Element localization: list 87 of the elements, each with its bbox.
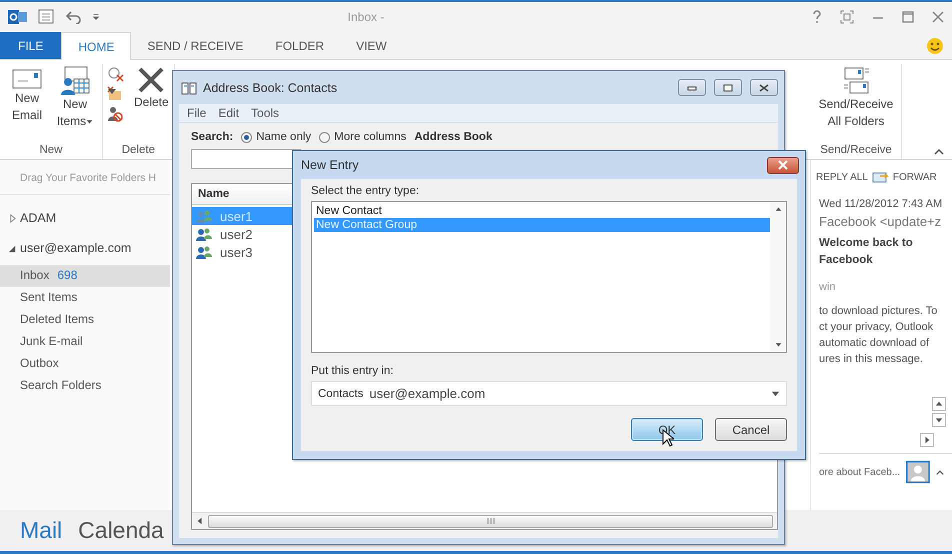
scroll-down-icon[interactable] [774, 341, 782, 348]
outlook-icon[interactable] [8, 8, 28, 26]
search-field[interactable] [191, 149, 301, 169]
folder-label: Put this entry in: [311, 365, 394, 377]
scroll-right-button[interactable] [920, 433, 934, 447]
folder-dropdown[interactable]: Contacts user@example.com [311, 381, 787, 406]
minimize-button[interactable] [678, 79, 706, 96]
envelopes-icon [841, 66, 871, 96]
entry-type-label: Select the entry type: [311, 185, 420, 197]
ribbon-button[interactable]: New Items [52, 64, 98, 132]
menu-item[interactable]: Tools [251, 106, 280, 120]
x-icon [137, 66, 166, 94]
help-icon[interactable] [812, 10, 822, 24]
close-button[interactable] [750, 79, 778, 96]
full-screen-icon[interactable] [840, 10, 854, 24]
menu-item[interactable]: File [187, 106, 206, 120]
contact-row[interactable]: user2 [192, 225, 292, 243]
ribbon-tab[interactable]: HOME [61, 32, 132, 60]
scroll-down-button[interactable] [932, 413, 946, 427]
ribbon-button[interactable]: New Email [4, 64, 50, 126]
dialog-title: Address Book: Contacts [203, 80, 338, 94]
expand-icon[interactable] [936, 468, 944, 476]
contact-row[interactable]: user3 [192, 243, 292, 261]
message-recipient: win [819, 281, 837, 293]
right-arrow-icon [923, 436, 931, 444]
restore-button[interactable] [714, 79, 742, 96]
menu-item[interactable]: Edit [218, 106, 240, 120]
scroll-up-button[interactable] [932, 397, 946, 411]
window-title: Inbox - [346, 10, 386, 24]
folder-item[interactable]: Junk E-mail [0, 331, 170, 353]
close-icon [777, 160, 789, 170]
ribbon-tab[interactable]: SEND / RECEIVE [131, 32, 260, 59]
dropdown-icon[interactable] [92, 12, 100, 22]
people-icon [196, 210, 212, 222]
up-arrow-icon [935, 400, 943, 408]
favorites-hint: Drag Your Favorite Folders H [0, 172, 170, 195]
folder-item[interactable]: Deleted Items [0, 309, 170, 331]
smiley-icon[interactable] [926, 36, 944, 54]
message-sender: Facebook <update+z [819, 214, 942, 229]
folder-item[interactable]: Sent Items [0, 287, 170, 309]
folder-item[interactable]: Search Folders [0, 375, 170, 397]
radio-option[interactable]: Name only [241, 131, 312, 143]
restore-icon [723, 84, 733, 92]
down-arrow-icon [935, 416, 943, 424]
undo-icon[interactable] [66, 10, 82, 24]
folder-item[interactable]: Inbox 698 [0, 265, 170, 287]
people-icon [196, 228, 212, 240]
people-icon [196, 246, 212, 258]
message-date: Wed 11/28/2012 7:43 AM [819, 198, 944, 210]
cancel-button[interactable]: Cancel [715, 418, 787, 441]
picture-notice: to download pictures. To ct your privacy, Outlook automatic download of ures in this message. [819, 304, 938, 367]
search-label: Search: [191, 131, 234, 143]
dialog-title: New Entry [301, 158, 360, 172]
scroll-left-icon[interactable] [196, 517, 204, 525]
close-icon[interactable] [932, 11, 944, 23]
nav-item[interactable]: Mail [20, 517, 62, 544]
scroll-up-icon[interactable] [774, 206, 782, 213]
book-icon [181, 80, 197, 94]
close-button[interactable] [767, 156, 799, 174]
scrollbar-thumb[interactable] [208, 514, 773, 528]
entry-type-item[interactable]: New Contact [314, 204, 770, 218]
folder-item[interactable]: Outbox [0, 353, 170, 375]
maximize-icon[interactable] [902, 11, 914, 23]
forward-button[interactable]: FORWAR [872, 170, 937, 184]
minimize-icon [687, 84, 697, 90]
account-header[interactable]: user@example.com [0, 241, 132, 255]
collapse-ribbon-icon[interactable] [934, 147, 944, 155]
message-subject: Welcome back to Facebook [819, 236, 914, 268]
ribbon-tab[interactable]: FOLDER [259, 32, 340, 59]
avatar-icon[interactable] [906, 458, 930, 486]
address-book-label: Address Book [414, 131, 492, 143]
ribbon-button[interactable]: Delete [133, 64, 170, 113]
nav-item[interactable]: Calenda [78, 517, 164, 544]
radio-option[interactable]: More columns [319, 131, 406, 143]
reply-all-button[interactable]: REPLY ALL [813, 170, 868, 184]
envelope-arrow-icon [872, 170, 890, 184]
account-header[interactable]: ADAM [0, 211, 56, 225]
group-label: Send/Receive [819, 144, 893, 158]
ribbon-tab[interactable]: VIEW [340, 32, 403, 59]
people-pane-text: ore about Faceb... [819, 466, 900, 478]
group-label: Delete [120, 144, 156, 158]
contact-calendar-icon [60, 66, 90, 96]
ribbon-button[interactable]: Send/Receive All Folders [815, 64, 897, 132]
close-icon [759, 84, 769, 92]
group-label: New [38, 144, 64, 158]
ribbon-tab[interactable]: FILE [0, 32, 62, 59]
dropdown-arrow-icon [771, 389, 780, 398]
